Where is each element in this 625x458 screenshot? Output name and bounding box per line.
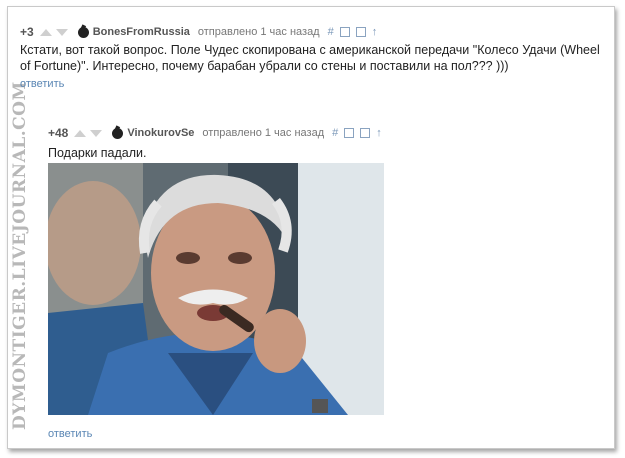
comment-username[interactable]: BonesFromRussia	[93, 26, 190, 38]
downvote-icon[interactable]	[90, 129, 103, 137]
watermark: DYMONTIGER.LIVEJOURNAL.COM	[10, 81, 30, 430]
parent-arrow-icon[interactable]: ↑	[376, 127, 382, 139]
save-box-icon[interactable]	[355, 27, 366, 37]
comment-header: +3 BonesFromRussia отправлено 1 час наза…	[20, 25, 383, 39]
downvote-icon[interactable]	[55, 28, 68, 36]
comment-timestamp: отправлено 1 час назад	[202, 127, 325, 139]
comment-username[interactable]: VinokurovSe	[127, 127, 194, 139]
comment-photo	[48, 163, 384, 415]
comment-header: +48 VinokurovSe отправлено 1 час назад #…	[48, 126, 388, 140]
collapse-box-icon[interactable]	[339, 27, 350, 37]
save-box-icon[interactable]	[360, 128, 371, 138]
upvote-icon[interactable]	[39, 28, 52, 36]
comment-timestamp: отправлено 1 час назад	[197, 26, 320, 38]
reply-link[interactable]: ответить	[48, 428, 92, 440]
comment-score: +3	[20, 25, 34, 39]
user-icon	[77, 26, 89, 38]
user-icon	[112, 127, 124, 139]
permalink-hash-icon[interactable]: #	[328, 26, 334, 38]
upvote-icon[interactable]	[74, 129, 87, 137]
comment-body: Кстати, вот такой вопрос. Поле Чудес ско…	[20, 43, 600, 73]
parent-arrow-icon[interactable]: ↑	[372, 26, 378, 38]
comment-score: +48	[48, 126, 69, 140]
reply-link[interactable]: ответить	[20, 78, 64, 90]
permalink-hash-icon[interactable]: #	[332, 127, 338, 139]
photo-illustration	[48, 163, 384, 415]
comment-body: Подарки падали.	[48, 146, 147, 160]
collapse-box-icon[interactable]	[344, 128, 355, 138]
